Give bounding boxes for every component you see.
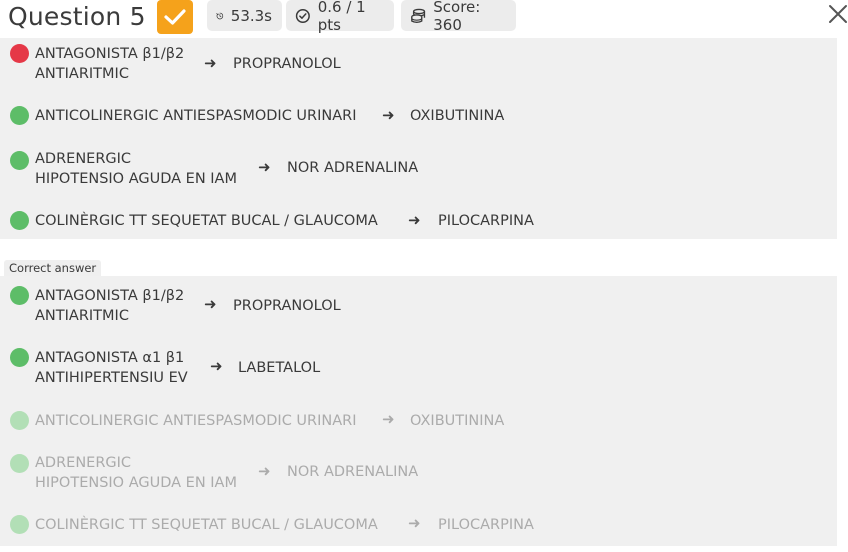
row-premise: ANTAGONISTA β1/β2 ANTIARITMIC xyxy=(35,286,184,326)
row-answer: LABETALOL xyxy=(238,360,321,376)
row-premise: ADRENERGIC HIPOTENSIO AGUDA EN IAM xyxy=(35,149,237,189)
correct-answer-row: ANTAGONISTA β1/β2 ANTIARITMIC ➜ PROPRANO… xyxy=(0,276,837,332)
arrow-right-icon: ➜ xyxy=(408,514,421,532)
coins-icon xyxy=(411,8,426,23)
premise-line-2: HIPOTENSIO AGUDA EN IAM xyxy=(35,475,237,491)
faded-status-dot xyxy=(10,454,29,473)
user-answer-row: ANTICOLINERGIC ANTIESPASMODIC URINARI ➜ … xyxy=(0,90,837,142)
row-answer: PROPRANOLOL xyxy=(233,56,341,72)
row-answer: NOR ADRENALINA xyxy=(287,160,419,176)
correct-answer-row: COLINÈRGIC TT SEQUETAT BUCAL / GLAUCOMA … xyxy=(0,492,837,546)
arrow-right-icon: ➜ xyxy=(258,462,271,480)
row-premise: ANTAGONISTA β1/β2 ANTIARITMIC xyxy=(35,44,184,84)
arrow-right-icon: ➜ xyxy=(204,54,217,72)
arrow-right-icon: ➜ xyxy=(408,211,421,229)
premise-line-1: ADRENERGIC xyxy=(35,151,132,167)
row-premise: ANTAGONISTA α1 β1 ANTIHIPERTENSIU EV xyxy=(35,348,188,388)
checkmark-icon xyxy=(164,9,186,25)
score-value: Score: 360 xyxy=(433,0,481,34)
correct-status-dot xyxy=(10,211,29,230)
user-answer-row: COLINÈRGIC TT SEQUETAT BUCAL / GLAUCOMA … xyxy=(0,194,837,246)
premise-line-1: ANTAGONISTA β1/β2 xyxy=(35,288,185,304)
premise-line-1: COLINÈRGIC TT SEQUETAT BUCAL / GLAUCOMA xyxy=(35,213,378,229)
close-icon[interactable] xyxy=(828,4,848,24)
premise-line-1: ANTAGONISTA β1/β2 xyxy=(35,46,185,62)
premise-line-2: ANTIHIPERTENSIU EV xyxy=(35,370,188,386)
premise-line-1: COLINÈRGIC TT SEQUETAT BUCAL / GLAUCOMA xyxy=(35,517,378,533)
faded-status-dot xyxy=(10,515,29,534)
row-answer: OXIBUTININA xyxy=(410,413,505,429)
premise-line-1: ANTAGONISTA α1 β1 xyxy=(35,350,185,366)
correct-status-dot xyxy=(10,286,29,305)
premise-line-1: ANTICOLINERGIC ANTIESPASMODIC URINARI xyxy=(35,108,357,124)
correct-answer-label: Correct answer xyxy=(4,260,102,276)
correct-answer-row: ANTAGONISTA α1 β1 ANTIHIPERTENSIU EV ➜ L… xyxy=(0,332,837,388)
correct-answer-row: ANTICOLINERGIC ANTIESPASMODIC URINARI ➜ … xyxy=(0,388,837,440)
time-value: 53.3s xyxy=(230,6,272,25)
premise-line-2: ANTIARITMIC xyxy=(35,308,129,324)
incorrect-status-dot xyxy=(10,44,29,63)
arrow-right-icon: ➜ xyxy=(382,410,395,428)
premise-line-1: ANTICOLINERGIC ANTIESPASMODIC URINARI xyxy=(35,413,357,429)
arrow-right-icon: ➜ xyxy=(210,357,223,375)
row-answer: PILOCARPINA xyxy=(438,213,534,229)
faded-status-dot xyxy=(10,411,29,430)
user-answer-panel: ANTAGONISTA β1/β2 ANTIARITMIC ➜ PROPRANO… xyxy=(0,38,837,239)
premise-line-2: ANTIARITMIC xyxy=(35,66,129,82)
correct-answer-panel: ANTAGONISTA β1/β2 ANTIARITMIC ➜ PROPRANO… xyxy=(0,276,837,546)
user-answer-row: ADRENERGIC HIPOTENSIO AGUDA EN IAM ➜ NOR… xyxy=(0,142,837,194)
user-answer-row: ANTAGONISTA β1/β2 ANTIARITMIC ➜ PROPRANO… xyxy=(0,38,837,90)
close-button[interactable] xyxy=(828,4,848,26)
row-premise: ADRENERGIC HIPOTENSIO AGUDA EN IAM xyxy=(35,453,237,493)
answer-status-badge xyxy=(157,0,193,34)
arrow-right-icon: ➜ xyxy=(204,295,217,313)
correct-status-dot xyxy=(10,106,29,125)
question-title: Question 5 xyxy=(8,2,146,31)
correct-status-dot xyxy=(10,348,29,367)
row-answer: OXIBUTININA xyxy=(410,108,505,124)
time-pill: 53.3s xyxy=(207,0,282,31)
row-answer: PROPRANOLOL xyxy=(233,298,341,314)
correct-answer-row: ADRENERGIC HIPOTENSIO AGUDA EN IAM ➜ NOR… xyxy=(0,440,837,492)
circle-check-icon xyxy=(295,8,310,23)
premise-line-2: HIPOTENSIO AGUDA EN IAM xyxy=(35,171,237,187)
points-pill: 0.6 / 1 pts xyxy=(286,0,394,34)
row-answer: NOR ADRENALINA xyxy=(287,464,419,480)
question-header: Question 5 53.3s 0.6 / 1 pts Score: 360 xyxy=(0,0,848,38)
arrow-right-icon: ➜ xyxy=(258,158,271,176)
arrow-right-icon: ➜ xyxy=(382,106,395,124)
premise-line-1: ADRENERGIC xyxy=(35,455,132,471)
stopwatch-icon xyxy=(216,12,224,19)
points-value: 0.6 / 1 pts xyxy=(317,0,366,34)
score-pill: Score: 360 xyxy=(401,0,516,34)
row-answer: PILOCARPINA xyxy=(438,517,534,533)
correct-status-dot xyxy=(10,151,29,170)
